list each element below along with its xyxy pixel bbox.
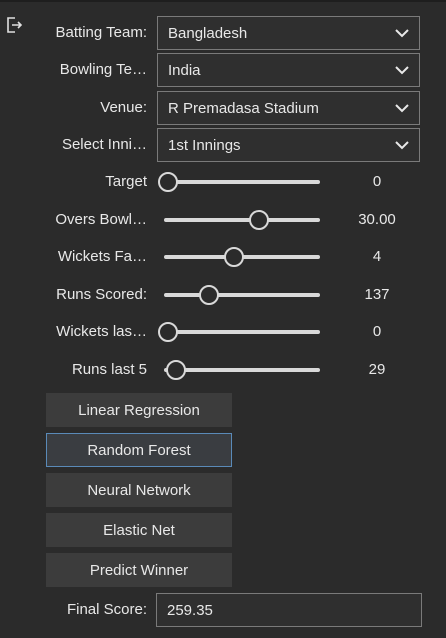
venue-value: R Premadasa Stadium [168,99,319,117]
slider-track [164,368,320,372]
venue-select[interactable]: R Premadasa Stadium [157,91,420,125]
overs-value: 30.00 [358,211,396,228]
neural-network-button[interactable]: Neural Network [46,473,232,507]
chevron-down-icon [385,92,419,124]
target-label: Target [105,173,147,190]
wickets-slider[interactable] [164,247,320,267]
target-value: 0 [372,173,382,190]
chevron-down-icon [385,129,419,161]
random-forest-button[interactable]: Random Forest [46,433,232,467]
venue-label: Venue: [100,99,147,116]
innings-value: 1st Innings [168,136,241,154]
batting-team-select[interactable]: Bangladesh [157,16,420,50]
slider-track [164,180,320,184]
bowling-team-label: Bowling Te… [59,61,147,78]
innings-select[interactable]: 1st Innings [157,128,420,162]
innings-label: Select Inni… [61,136,147,153]
runs-slider[interactable] [164,285,320,305]
runs-last5-label: Runs last 5 [71,361,147,378]
batting-team-value: Bangladesh [168,24,248,42]
slider-track [164,330,320,334]
runs-label: Runs Scored: [56,286,147,303]
final-score-value: 259.35 [167,601,213,619]
top-border [0,0,446,2]
slider-track [164,218,320,222]
final-score-field[interactable]: 259.35 [156,593,422,627]
slider-thumb[interactable] [158,172,178,192]
chevron-down-icon [385,17,419,49]
wickets-last-slider[interactable] [158,322,320,342]
wickets-value: 4 [372,248,382,265]
elastic-net-button[interactable]: Elastic Net [46,513,232,547]
bowling-team-value: India [168,61,201,79]
linear-regression-button[interactable]: Linear Regression [46,393,232,427]
chevron-down-icon [385,54,419,86]
wickets-last-label: Wickets las… [56,323,147,340]
slider-thumb[interactable] [165,360,186,380]
overs-label: Overs Bowl… [55,211,147,228]
runs-last5-slider[interactable] [164,360,320,380]
slider-thumb[interactable] [223,247,244,267]
slider-thumb[interactable] [198,285,219,305]
slider-track [164,293,320,297]
slider-thumb[interactable] [158,322,178,342]
wickets-label: Wickets Fa… [57,248,147,265]
predict-winner-button[interactable]: Predict Winner [46,553,232,587]
runs-last5-value: 29 [368,361,386,378]
bowling-team-select[interactable]: India [157,53,420,87]
target-slider[interactable] [158,172,320,192]
wickets-last-value: 0 [372,323,382,340]
final-score-label: Final Score: [66,601,147,618]
batting-team-label: Batting Team: [55,24,147,41]
runs-value: 137 [364,286,390,303]
slider-thumb[interactable] [248,210,269,230]
overs-slider[interactable] [164,210,320,230]
